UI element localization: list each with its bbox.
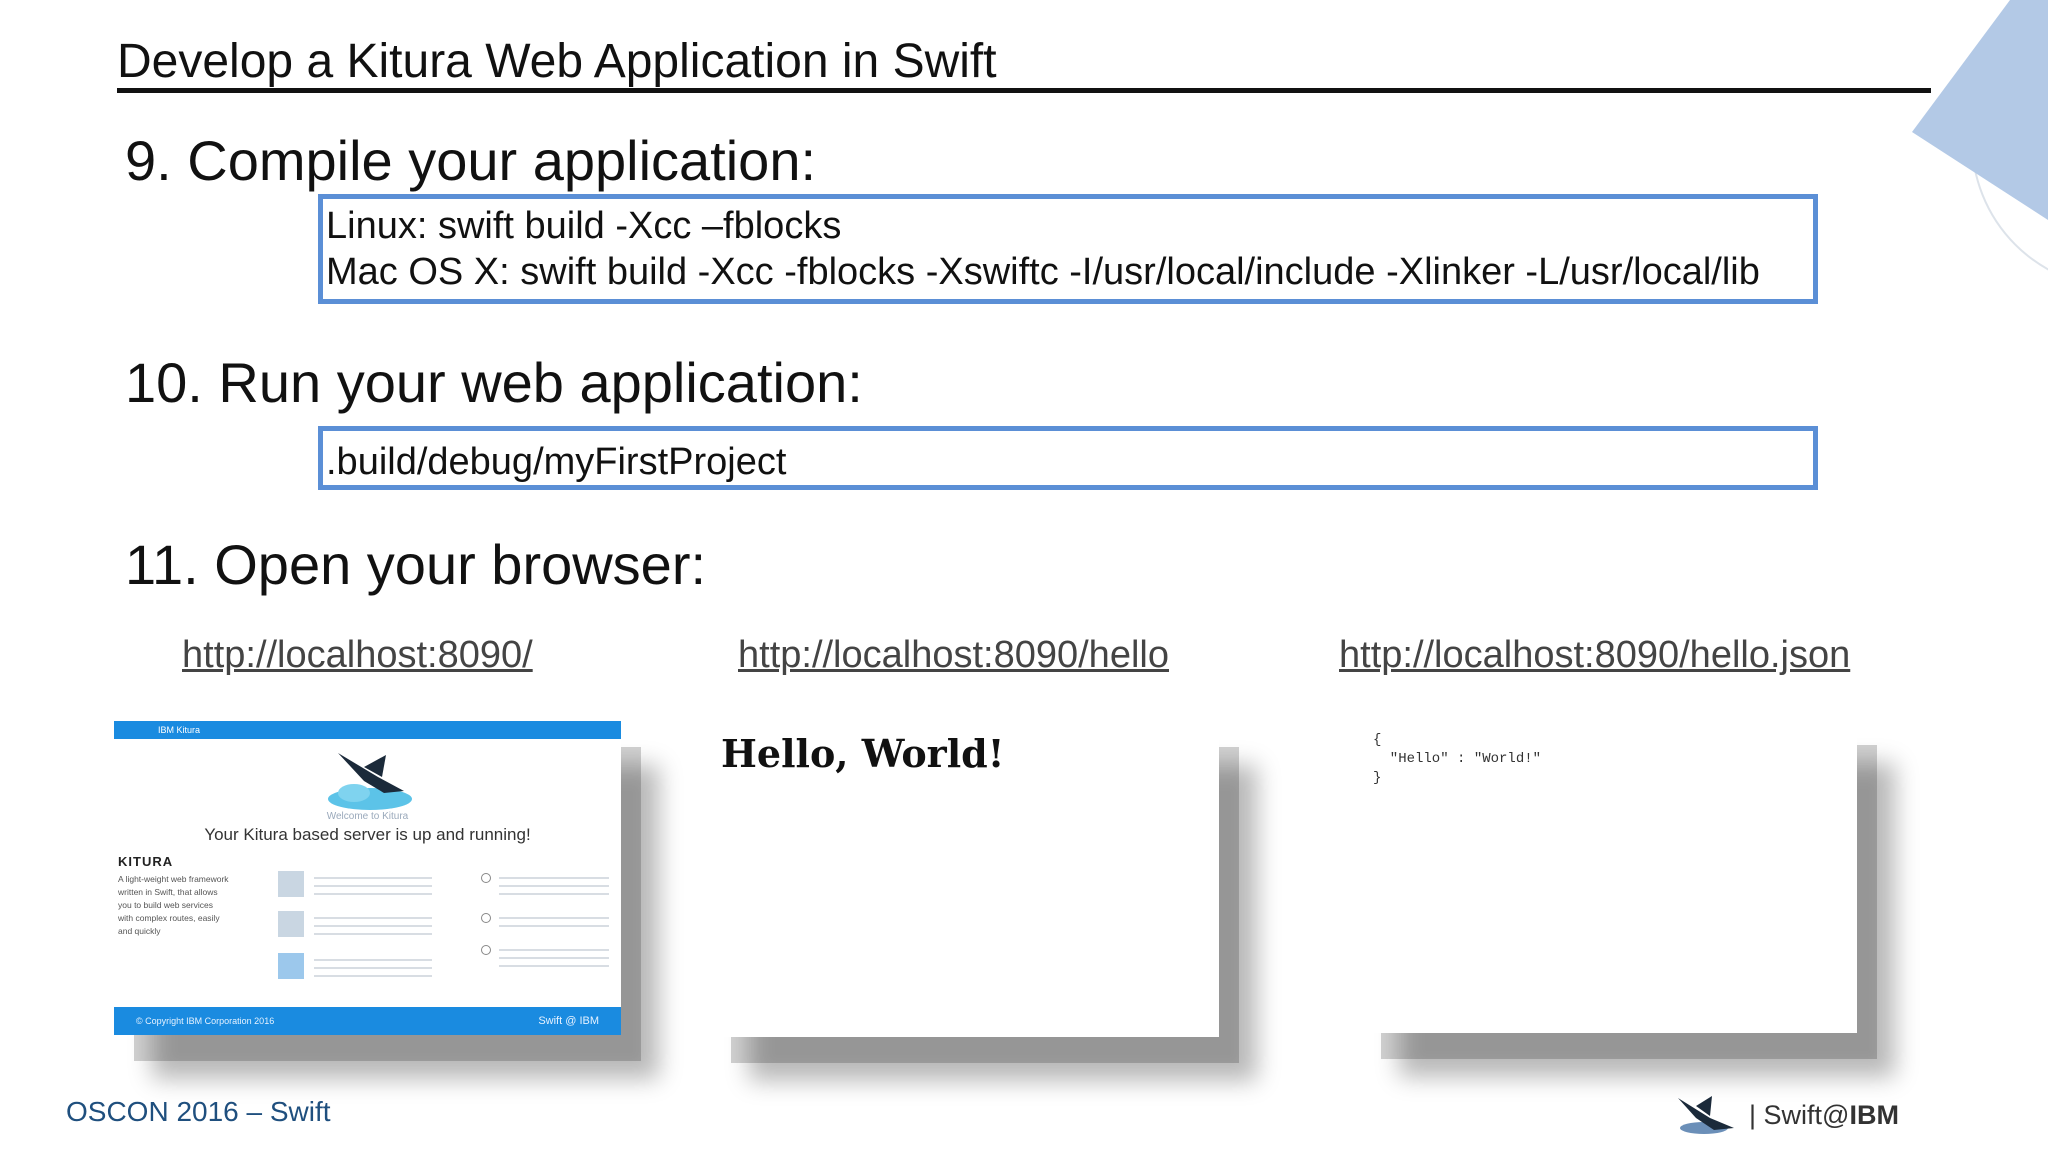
kitura-welcome-text: Welcome to Kitura xyxy=(326,811,409,822)
json-output: { "Hello" : "World!" } xyxy=(1373,732,1542,786)
kitura-list-item xyxy=(314,953,432,977)
footer-event-label: OSCON 2016 – Swift xyxy=(66,1096,331,1127)
brand-ibm: IBM xyxy=(1849,1100,1899,1130)
linux-command: Linux: swift build -Xcc –fblocks xyxy=(326,205,842,247)
kitura-radio xyxy=(481,945,491,955)
kitura-thumb xyxy=(278,953,304,979)
kitura-description: A light-weight web framework written in … xyxy=(118,874,229,936)
step-10-heading: 10. Run your web application: xyxy=(125,351,863,414)
corner-decoration xyxy=(1912,0,2048,271)
footer-swift-ibm-brand: | Swift@IBM xyxy=(1749,1100,1899,1131)
kitura-headline: Your Kitura based server is up and runni… xyxy=(204,825,531,844)
run-command: .build/debug/myFirstProject xyxy=(326,441,787,483)
kitura-topbar: IBM Kitura xyxy=(114,721,621,739)
kitura-footer-brand: Swift @ IBM xyxy=(538,1015,599,1027)
step-9-heading: 9. Compile your application: xyxy=(125,129,817,192)
kitura-list-item xyxy=(314,871,432,901)
kitura-radio xyxy=(481,873,491,883)
url-root-link[interactable]: http://localhost:8090/ xyxy=(182,634,533,677)
kitura-radio xyxy=(481,913,491,923)
slide-title: Develop a Kitura Web Application in Swif… xyxy=(117,35,997,88)
macos-command: Mac OS X: swift build -Xcc -fblocks -Xsw… xyxy=(326,251,1760,293)
brand-prefix: | Swift@ xyxy=(1749,1100,1850,1130)
kitura-footer-bar: © Copyright IBM Corporation 2016 Swift @… xyxy=(114,1007,621,1035)
url-hello-json-link[interactable]: http://localhost:8090/hello.json xyxy=(1339,634,1850,677)
kitura-list-item xyxy=(499,911,609,933)
kitura-footer-copyright: © Copyright IBM Corporation 2016 xyxy=(136,1016,275,1026)
title-underline xyxy=(117,88,1931,93)
run-command-box: .build/debug/myFirstProject xyxy=(318,426,1818,490)
compile-command-box: Linux: swift build -Xcc –fblocks Mac OS … xyxy=(318,194,1818,304)
kitura-brand: KITURA xyxy=(118,854,174,869)
kitura-thumb xyxy=(278,871,304,897)
hello-world-screenshot: Hello, World! xyxy=(711,721,1219,1037)
kitura-thumb xyxy=(278,911,304,937)
kitura-welcome-screenshot: IBM Kitura Welcome to Kitura Your Kitura… xyxy=(114,721,621,1035)
kitura-list-item xyxy=(499,871,609,895)
step-11-heading: 11. Open your browser: xyxy=(125,533,707,596)
kitura-list-item xyxy=(314,911,432,935)
swift-bird-icon xyxy=(1678,1096,1734,1134)
kitura-list-item xyxy=(499,943,609,967)
kitura-bird-logo xyxy=(328,753,412,810)
url-hello-link[interactable]: http://localhost:8090/hello xyxy=(738,634,1169,677)
hello-world-text: Hello, World! xyxy=(721,731,1005,776)
hello-json-screenshot: { "Hello" : "World!" } xyxy=(1361,719,1857,1033)
